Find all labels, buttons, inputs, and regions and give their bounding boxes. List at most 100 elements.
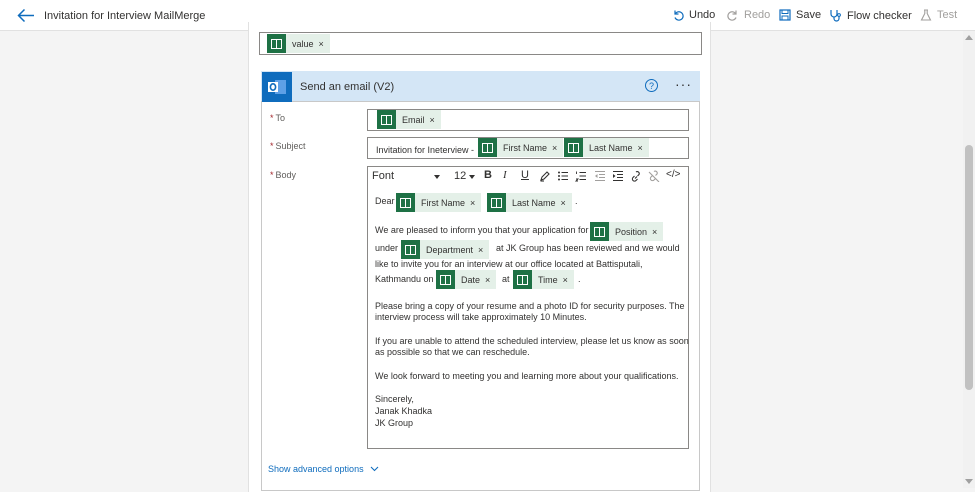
required-mark: * [270,113,274,123]
body-text: We look forward to meeting you and learn… [375,371,679,381]
test-button[interactable]: Test [920,9,957,21]
flow-checker-label: Flow checker [847,9,912,22]
undo-button[interactable]: Undo [672,9,715,21]
remove-token-icon[interactable]: × [552,143,557,153]
help-icon[interactable]: ? [645,79,658,92]
bullet-list-icon[interactable] [557,170,569,182]
signature-line: Sincerely, [375,394,414,404]
bold-button[interactable]: B [484,169,492,181]
redo-button[interactable]: Redo [727,9,770,21]
show-advanced-options-link[interactable]: Show advanced options [268,464,379,474]
size-dropdown-icon[interactable] [469,175,475,179]
body-label-text: Body [275,170,297,180]
remove-token-icon[interactable]: × [470,198,475,208]
remove-token-icon[interactable]: × [430,115,435,125]
font-select[interactable]: Font [372,170,394,182]
advanced-options-label: Show advanced options [268,464,364,474]
excel-icon [436,270,455,289]
excel-icon [478,138,497,157]
last-name-token[interactable]: Last Name × [564,138,649,157]
remove-token-icon[interactable]: × [561,198,566,208]
previous-output-field[interactable]: value × [259,32,702,55]
highlighter-icon[interactable] [539,170,551,182]
excel-icon [513,270,532,289]
excel-icon [564,138,583,157]
remove-token-icon[interactable]: × [563,275,568,285]
value-token[interactable]: value × [267,34,330,53]
redo-icon [727,10,737,21]
excel-icon [487,193,506,212]
to-label-text: To [275,113,286,123]
unlink-icon[interactable] [648,170,660,182]
subject-label-text: Subject [275,141,306,151]
body-text: We are pleased to inform you that your a… [375,225,589,235]
remove-token-icon[interactable]: × [478,245,483,255]
body-text: at [502,274,510,284]
excel-icon [590,222,609,241]
subject-field[interactable]: Invitation for Ineterview - First Name ×… [367,137,689,159]
department-token[interactable]: Department × [401,240,490,259]
excel-icon [377,110,396,129]
body-text: If you are unable to attend the schedule… [375,336,689,346]
stethoscope-icon [830,10,841,22]
body-text: under [375,243,399,253]
scroll-up-arrow-icon[interactable] [965,34,973,40]
position-token[interactable]: Position × [590,222,664,241]
date-token[interactable]: Date × [436,270,497,289]
undo-label: Undo [689,9,716,21]
token-label: Email [402,114,425,125]
save-icon [779,9,791,21]
excel-icon [396,193,415,212]
decrease-indent-icon[interactable] [594,170,606,182]
rich-text-toolbar: Font 12 B I U </> [368,167,688,186]
chevron-down-icon [370,466,378,472]
last-name-token[interactable]: Last Name × [487,193,572,212]
more-options-icon[interactable]: ··· [675,77,692,91]
token-label: Date [461,274,481,285]
test-label: Test [937,9,958,21]
body-text: at JK Group has been reviewed and we wou… [496,243,680,253]
increase-indent-icon[interactable] [612,170,624,182]
body-text: Kathmandu on [375,274,434,284]
token-label: Last Name [589,142,633,153]
token-label: value [292,38,314,49]
italic-button[interactable]: I [503,169,507,181]
first-name-token[interactable]: First Name × [396,193,482,212]
subject-prefix-text: Invitation for Ineterview - [376,145,475,155]
scrollbar-thumb[interactable] [965,145,973,390]
excel-icon [267,34,286,53]
body-label: * Body [270,170,296,180]
token-label: First Name [421,197,466,208]
required-mark: * [270,170,274,180]
time-token[interactable]: Time × [513,270,574,289]
code-view-button[interactable]: </> [666,169,680,180]
signature-line: Janak Khadka [375,406,433,416]
flow-checker-button[interactable]: Flow checker [829,9,912,22]
link-icon[interactable] [630,170,642,182]
font-dropdown-icon[interactable] [434,175,440,179]
font-size-select[interactable]: 12 [454,170,466,182]
remove-token-icon[interactable]: × [485,275,490,285]
save-button[interactable]: Save [779,9,821,21]
subject-label: * Subject [270,141,306,151]
remove-token-icon[interactable]: × [638,143,643,153]
first-name-token[interactable]: First Name × [478,138,564,157]
body-text: like to invite you for an interview at o… [375,259,643,269]
token-label: Position [615,226,648,237]
body-text: Please bring a copy of your resume and a… [375,301,685,311]
token-label: Last Name [512,197,556,208]
save-label: Save [796,9,822,21]
scroll-down-arrow-icon[interactable] [965,479,973,485]
underline-button[interactable]: U [521,169,529,181]
numbered-list-icon[interactable] [575,170,587,182]
token-label: First Name [503,142,548,153]
card-title[interactable]: Send an email (V2) [300,81,394,93]
back-arrow-icon[interactable] [17,8,35,23]
email-token[interactable]: Email × [377,110,441,129]
remove-token-icon[interactable]: × [319,39,324,49]
punctuation: . [575,196,578,206]
body-text: interview process will take approximatel… [375,312,587,322]
remove-token-icon[interactable]: × [652,227,657,237]
to-label: * To [270,113,285,123]
to-field[interactable]: Email × [367,109,689,131]
